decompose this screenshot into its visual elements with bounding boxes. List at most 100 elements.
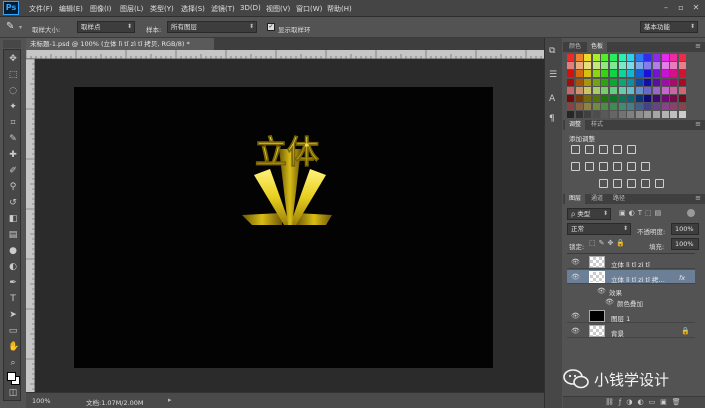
gradient-tool-icon[interactable]: ▤ — [8, 230, 18, 240]
color-swatch[interactable] — [670, 103, 678, 111]
color-swatch[interactable] — [635, 78, 643, 86]
menu-view[interactable]: 视图(V) — [266, 4, 290, 14]
menu-filter[interactable]: 滤镜(T) — [211, 4, 235, 14]
tab-swatches[interactable]: 色板 — [587, 42, 608, 52]
pen-tool-icon[interactable]: ✒ — [8, 278, 18, 288]
layer-filter-select[interactable]: ρ 类型 ⬍ — [567, 208, 611, 220]
show-ring-checkbox[interactable]: ✓ — [267, 23, 275, 31]
color-swatch[interactable] — [567, 86, 574, 94]
visibility-eye-icon[interactable]: 👁 — [571, 327, 580, 335]
color-swatch[interactable] — [661, 103, 669, 111]
minimize-icon[interactable]: – — [661, 3, 671, 13]
color-swatch[interactable] — [575, 95, 583, 102]
invert-icon[interactable] — [599, 179, 608, 188]
chevron-down-icon[interactable]: ▾ — [19, 24, 22, 31]
layer-filter-icons[interactable]: ▣◐T⬚▤ — [619, 209, 664, 217]
color-swatch[interactable] — [627, 86, 635, 94]
curves-icon[interactable] — [599, 145, 608, 154]
color-swatch[interactable] — [678, 78, 686, 86]
black-white-icon[interactable] — [613, 162, 622, 171]
photo-filter-icon[interactable] — [627, 162, 636, 171]
panel-menu-icon[interactable]: ≡ — [695, 194, 701, 202]
color-swatch[interactable] — [567, 54, 574, 61]
color-swatch[interactable] — [627, 54, 635, 61]
color-swatch[interactable] — [610, 62, 617, 70]
selective-color-icon[interactable] — [655, 179, 664, 188]
color-swatch[interactable] — [584, 70, 592, 78]
color-swatch[interactable] — [635, 70, 643, 78]
layer-row[interactable]: 👁 图层 1 — [567, 309, 695, 323]
type-tool-icon[interactable]: T — [8, 294, 18, 304]
color-swatch[interactable] — [678, 62, 686, 70]
color-swatch[interactable] — [584, 54, 592, 61]
color-swatch[interactable] — [584, 86, 592, 94]
color-swatch[interactable] — [575, 54, 583, 61]
color-swatch[interactable] — [670, 95, 678, 102]
panel-menu-icon[interactable]: ≡ — [695, 42, 701, 50]
menu-3d[interactable]: 3D(D) — [240, 4, 261, 12]
opacity-input[interactable]: 100% — [671, 223, 699, 235]
document-tab[interactable]: 未标题-1.psd @ 100% (立体 lì tǐ zì tǐ 拷贝, RGB… — [26, 38, 214, 50]
color-swatch[interactable] — [567, 70, 574, 78]
effect-eye-icon[interactable]: 👁 — [605, 298, 614, 306]
close-icon[interactable]: ✕ — [691, 3, 701, 13]
color-swatch[interactable] — [592, 62, 600, 70]
color-swatch[interactable] — [584, 111, 592, 119]
zoom-tool-icon[interactable]: ⌕ — [8, 358, 18, 368]
color-balance-icon[interactable] — [599, 162, 608, 171]
tab-color[interactable]: 颜色 — [565, 42, 585, 52]
color-swatch[interactable] — [644, 78, 652, 86]
menu-window[interactable]: 窗口(W) — [296, 4, 322, 14]
tab-styles[interactable]: 样式 — [587, 120, 607, 130]
layer-row-background[interactable]: 👁 背景 🔒 — [567, 324, 695, 338]
gradient-map-icon[interactable] — [641, 179, 650, 188]
color-swatch[interactable] — [601, 111, 609, 119]
color-lookup-icon[interactable] — [571, 162, 580, 171]
visibility-eye-icon[interactable]: 👁 — [571, 258, 580, 266]
color-swatch[interactable] — [627, 103, 635, 111]
color-swatch[interactable] — [635, 86, 643, 94]
color-swatch[interactable] — [584, 103, 592, 111]
color-swatch[interactable] — [670, 86, 678, 94]
color-swatch[interactable] — [592, 95, 600, 102]
color-swatch[interactable] — [592, 78, 600, 86]
color-swatch[interactable] — [653, 111, 660, 119]
color-swatch[interactable] — [627, 111, 635, 119]
color-swatch[interactable] — [601, 86, 609, 94]
color-swatch[interactable] — [644, 86, 652, 94]
posterize-icon[interactable] — [613, 179, 622, 188]
color-swatch[interactable] — [644, 111, 652, 119]
dodge-tool-icon[interactable]: ◐ — [8, 262, 18, 272]
color-swatch[interactable] — [610, 70, 617, 78]
color-swatch[interactable] — [618, 111, 626, 119]
color-swatch[interactable] — [653, 86, 660, 94]
color-swatch[interactable] — [661, 70, 669, 78]
color-swatch[interactable] — [678, 95, 686, 102]
color-swatch[interactable] — [644, 62, 652, 70]
color-swatch[interactable] — [653, 78, 660, 86]
color-swatch[interactable] — [661, 78, 669, 86]
color-swatch[interactable] — [670, 62, 678, 70]
foreground-color-swatch[interactable] — [7, 372, 16, 381]
effects-row[interactable]: 👁 效果 — [567, 285, 695, 297]
color-swatch[interactable] — [635, 103, 643, 111]
color-swatch[interactable] — [567, 103, 574, 111]
color-swatch[interactable] — [567, 62, 574, 70]
eyedropper-tool-icon[interactable]: ✎ — [8, 134, 18, 144]
color-swatch[interactable] — [644, 103, 652, 111]
color-swatch[interactable] — [601, 78, 609, 86]
tab-adjustments[interactable]: 调整 — [565, 120, 586, 130]
healing-brush-tool-icon[interactable]: ✚ — [8, 150, 18, 160]
color-swatch[interactable] — [644, 70, 652, 78]
menu-help[interactable]: 帮助(H) — [327, 4, 352, 14]
swatches-grid[interactable] — [567, 54, 691, 120]
color-swatch[interactable] — [584, 62, 592, 70]
lasso-tool-icon[interactable]: ◌ — [8, 86, 18, 96]
fill-input[interactable]: 100% — [671, 238, 699, 250]
color-swatch[interactable] — [592, 86, 600, 94]
color-swatch[interactable] — [610, 86, 617, 94]
color-swatch[interactable] — [661, 62, 669, 70]
channel-mixer-icon[interactable] — [641, 162, 650, 171]
color-swatch[interactable] — [670, 111, 678, 119]
brightness-icon[interactable] — [571, 145, 580, 154]
